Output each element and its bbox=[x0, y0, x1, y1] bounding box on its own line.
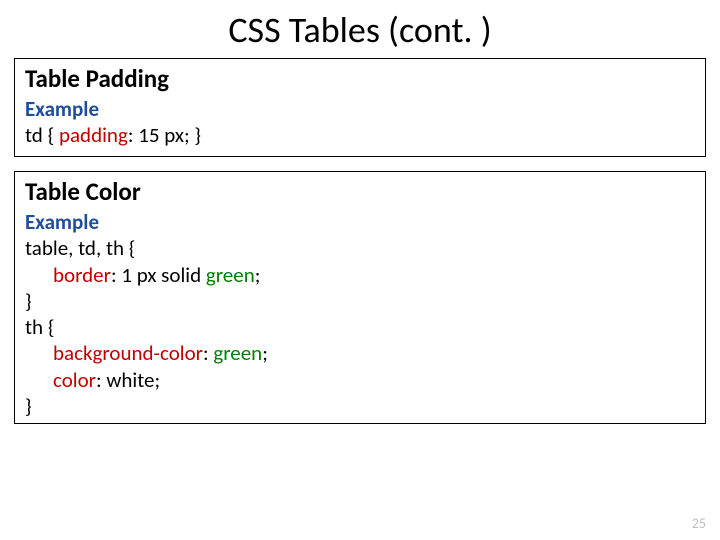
code-text: td { bbox=[25, 122, 59, 148]
code-line: } bbox=[25, 288, 695, 314]
code-line: th { bbox=[25, 314, 695, 340]
heading-padding: Table Padding bbox=[25, 63, 695, 94]
code-keyword: green bbox=[206, 262, 255, 288]
code-property: color bbox=[53, 367, 96, 393]
code-property: padding bbox=[59, 122, 128, 148]
code-property: border bbox=[53, 262, 111, 288]
code-text: ; bbox=[255, 262, 261, 288]
code-line: color: white; bbox=[25, 367, 695, 393]
code-line: } bbox=[25, 393, 695, 419]
code-line: background-color: green; bbox=[25, 340, 695, 366]
code-text: ; bbox=[262, 340, 268, 366]
code-keyword: white bbox=[106, 367, 154, 393]
code-line: td { padding: 15 px; } bbox=[25, 122, 695, 148]
section-color: Table Color Example table, td, th { bord… bbox=[14, 171, 706, 424]
code-line: border: 1 px solid green; bbox=[25, 262, 695, 288]
code-keyword: green bbox=[213, 340, 262, 366]
slide-title: CSS Tables (cont. ) bbox=[0, 0, 720, 58]
example-label-2: Example bbox=[25, 209, 695, 235]
code-line: table, td, th { bbox=[25, 235, 695, 261]
heading-color: Table Color bbox=[25, 176, 695, 207]
code-text: : bbox=[96, 367, 106, 393]
example-label-1: Example bbox=[25, 96, 695, 122]
section-padding: Table Padding Example td { padding: 15 p… bbox=[14, 58, 706, 157]
code-property: background-color bbox=[53, 340, 203, 366]
page-number: 25 bbox=[692, 515, 706, 532]
code-text: : 1 px solid bbox=[111, 262, 206, 288]
code-text: : 15 px; } bbox=[128, 122, 201, 148]
code-text: : bbox=[203, 340, 213, 366]
code-text: ; bbox=[155, 367, 161, 393]
